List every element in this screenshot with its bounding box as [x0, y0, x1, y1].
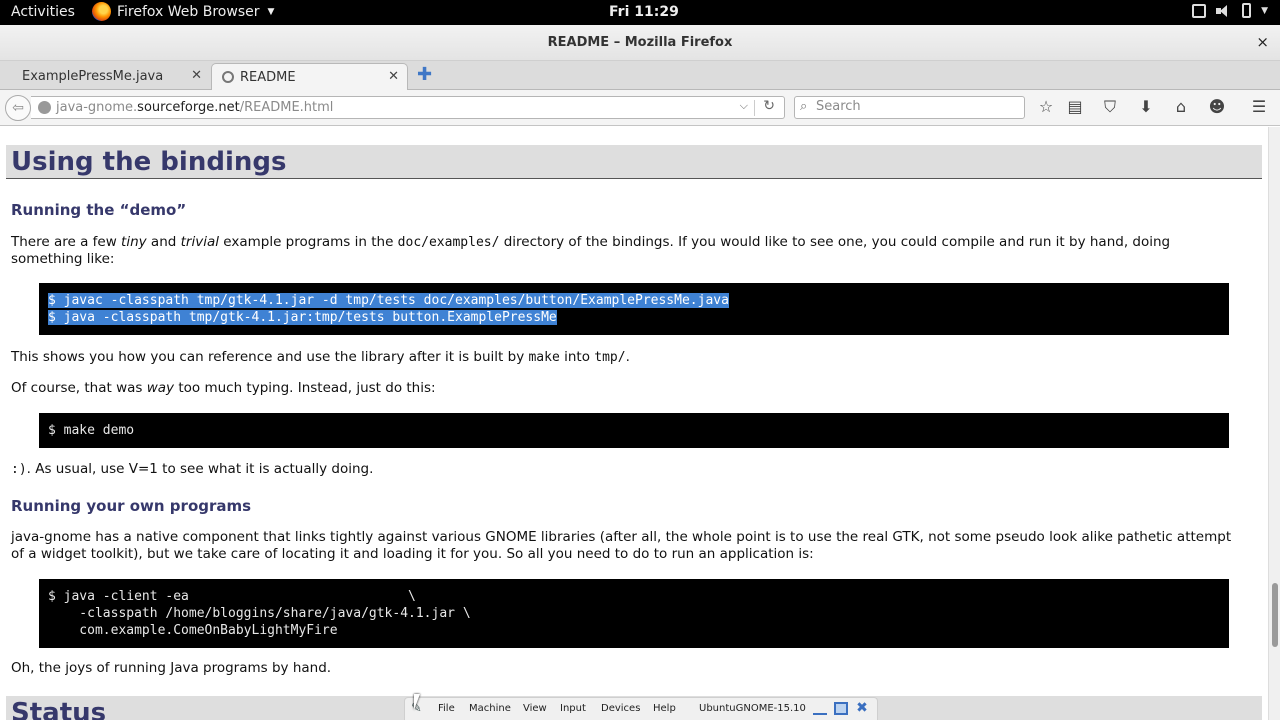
activities-button[interactable]: Activities: [11, 4, 75, 20]
bookmark-star-icon[interactable]: ☆: [1037, 98, 1055, 116]
close-vm-icon[interactable]: ✖: [855, 701, 869, 715]
text: too much typing. Instead, just do this:: [174, 380, 436, 396]
pocket-icon[interactable]: ⛉: [1101, 98, 1119, 116]
scrollbar-thumb[interactable]: [1272, 583, 1278, 647]
url-bar[interactable]: java-gnome.sourceforge.net/README.html ⌵…: [31, 96, 785, 119]
chevron-down-icon: ▼: [267, 6, 275, 17]
search-icon: ⌕: [800, 99, 808, 114]
url-separator: [754, 100, 755, 116]
page-content[interactable]: Using the bindings Running the “demo” Th…: [0, 127, 1268, 720]
minimize-icon[interactable]: [813, 702, 827, 715]
code-line[interactable]: $ make demo: [48, 423, 134, 438]
code-line[interactable]: $ java -classpath tmp/gtk-4.1.jar:tmp/te…: [48, 310, 557, 325]
vbox-menu-file[interactable]: File: [438, 703, 455, 714]
vbox-menu-input[interactable]: Input: [560, 703, 586, 714]
history-dropdown-icon[interactable]: ⌵: [740, 99, 748, 113]
vbox-menu-view[interactable]: View: [523, 703, 547, 714]
text: example programs in the: [218, 234, 398, 250]
reload-icon[interactable]: ↻: [763, 98, 775, 114]
url-text[interactable]: java-gnome.sourceforge.net/README.html: [56, 100, 333, 115]
section-title: Using the bindings: [11, 147, 287, 177]
clock[interactable]: Fri 11:29: [609, 4, 679, 20]
tab-label: ExamplePressMe.java: [22, 69, 164, 84]
text: and: [146, 234, 181, 250]
emphasis: tiny: [121, 234, 147, 250]
url-host: sourceforge.net: [137, 100, 240, 115]
vbox-menu-help[interactable]: Help: [653, 703, 676, 714]
section-title: Status: [11, 698, 107, 720]
exit-fullscreen-icon[interactable]: [834, 702, 848, 715]
system-tray[interactable]: ▼: [1192, 3, 1268, 18]
url-prefix: java-gnome.: [56, 100, 138, 115]
joys-paragraph: Oh, the joys of running Java programs by…: [11, 660, 332, 676]
firefox-logo-icon: [92, 2, 111, 21]
gnome-top-bar: Activities Firefox Web Browser ▼ Fri 11:…: [0, 0, 1280, 25]
text: into: [559, 349, 595, 365]
home-icon[interactable]: ⌂: [1172, 98, 1190, 116]
inline-code: doc/examples/: [397, 235, 500, 250]
new-tab-button[interactable]: ✚: [417, 64, 432, 85]
downloads-icon[interactable]: ⬇: [1137, 98, 1155, 116]
window-title: README – Mozilla Firefox: [547, 35, 733, 50]
text: Of course, that was: [11, 380, 147, 396]
back-button[interactable]: ⇦: [5, 95, 31, 121]
inline-code: :): [11, 462, 27, 477]
tab-label: README: [240, 70, 296, 85]
text: .: [625, 349, 630, 365]
tab-readme[interactable]: README ✕: [211, 63, 408, 90]
volume-icon: [1216, 4, 1232, 18]
demo-heading: Running the “demo”: [11, 201, 187, 219]
tab-close-icon[interactable]: ✕: [388, 69, 399, 84]
tab-examplepressme[interactable]: ExamplePressMe.java ✕: [0, 63, 210, 90]
emphasis: way: [146, 380, 175, 396]
text: . As usual, use V=1 to see what it is ac…: [26, 461, 374, 477]
chat-icon[interactable]: ☻: [1208, 98, 1226, 116]
tab-strip: ExamplePressMe.java ✕ README ✕ ✚: [0, 61, 1280, 90]
inline-code: make: [528, 350, 560, 365]
emphasis: trivial: [180, 234, 219, 250]
inline-code: tmp/: [594, 350, 626, 365]
search-input[interactable]: [816, 99, 1016, 114]
code-block-run[interactable]: $ java -client -ea \ -classpath /home/bl…: [39, 579, 1229, 648]
vertical-scrollbar[interactable]: [1268, 127, 1280, 720]
navigation-toolbar: ⇦ java-gnome.sourceforge.net/README.html…: [0, 90, 1280, 126]
reading-list-icon[interactable]: ▤: [1066, 98, 1084, 116]
window-icon: [1192, 3, 1207, 18]
app-menu-label: Firefox Web Browser: [117, 3, 260, 20]
battery-icon: [1242, 3, 1252, 18]
window-close-button[interactable]: ×: [1256, 33, 1269, 51]
build-paragraph: This shows you how you can reference and…: [11, 349, 1241, 366]
text: There are a few: [11, 234, 122, 250]
usual-paragraph: :). As usual, use V=1 to see what it is …: [11, 461, 1241, 478]
window-titlebar: README – Mozilla Firefox ×: [0, 25, 1280, 61]
globe-icon: [222, 71, 234, 83]
vbox-menu-machine[interactable]: Machine: [469, 703, 511, 714]
vm-name: UbuntuGNOME-15.10: [699, 703, 806, 714]
url-path: /README.html: [239, 100, 334, 115]
app-menu[interactable]: Firefox Web Browser ▼: [92, 2, 274, 21]
code-block-compile[interactable]: $ javac -classpath tmp/gtk-4.1.jar -d tm…: [39, 283, 1229, 335]
info-icon[interactable]: [38, 101, 51, 114]
demo-paragraph: There are a few tiny and trivial example…: [11, 234, 1241, 268]
menu-icon[interactable]: ☰: [1250, 98, 1268, 116]
typing-paragraph: Of course, that was way too much typing.…: [11, 380, 1241, 397]
search-box[interactable]: ⌕: [794, 96, 1025, 119]
vbox-menu-devices[interactable]: Devices: [601, 703, 640, 714]
text: This shows you how you can reference and…: [11, 349, 529, 365]
code-block-make[interactable]: $ make demo: [39, 413, 1229, 448]
mouse-cursor-icon: [414, 694, 426, 710]
own-programs-paragraph: java-gnome has a native component that l…: [11, 529, 1232, 562]
own-programs-heading: Running your own programs: [11, 497, 252, 515]
section-heading-bar: Using the bindings: [6, 145, 1262, 179]
tab-close-icon[interactable]: ✕: [191, 68, 202, 83]
code-line[interactable]: $ javac -classpath tmp/gtk-4.1.jar -d tm…: [48, 293, 729, 308]
virtualbox-mini-toolbar: ✎ File Machine View Input Devices Help U…: [404, 697, 878, 720]
chevron-down-icon: ▼: [1261, 5, 1268, 16]
